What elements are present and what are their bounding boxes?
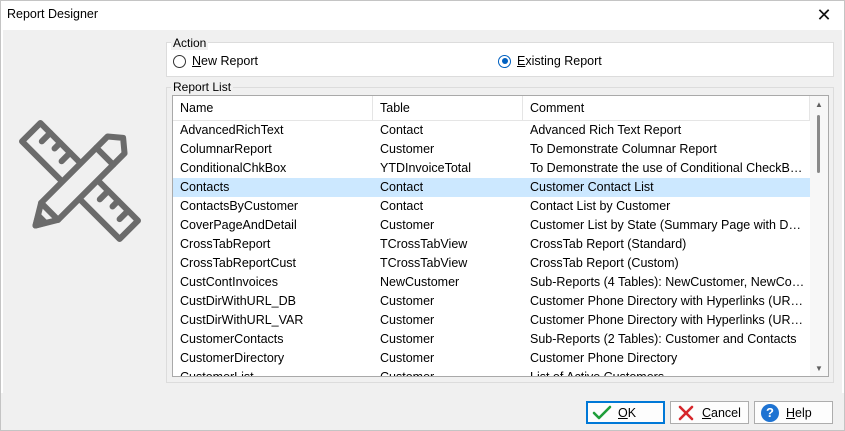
cell-table: Customer <box>380 294 435 308</box>
cell-table: TCrossTabView <box>380 237 468 251</box>
x-icon <box>676 404 696 422</box>
cell-name: CustomerList <box>180 370 254 377</box>
cell-name: CustomerContacts <box>180 332 284 346</box>
vertical-scrollbar[interactable]: ▲ ▼ <box>810 96 828 376</box>
cell-name: CustDirWithURL_DB <box>180 294 296 308</box>
table-row[interactable]: CustomerContacts Customer Sub-Reports (2 T… <box>173 330 810 349</box>
table-row[interactable]: CustContInvoices NewCustomer Sub-Reports (… <box>173 273 810 292</box>
column-header-name[interactable]: Name <box>173 96 373 121</box>
column-header-table[interactable]: Table <box>373 96 523 121</box>
close-button[interactable]: ✕ <box>804 1 844 29</box>
new-report-label: New Report <box>192 54 259 68</box>
cell-name: CustDirWithURL_VAR <box>180 313 304 327</box>
cell-table: Contact <box>380 180 424 194</box>
table-row[interactable]: ConditionalChkBox YTDInvoiceTotal To Demon… <box>173 159 810 178</box>
cell-comment: Customer List by State (Summary Page wit… <box>530 218 806 232</box>
cell-comment: List of Active Customers <box>530 370 665 377</box>
cell-comment: Contact List by Customer <box>530 199 671 213</box>
cell-table: Contact <box>380 199 424 213</box>
cell-name: CustContInvoices <box>180 275 278 289</box>
cell-comment: Customer Phone Directory with Hyperlinks… <box>530 313 806 327</box>
new-report-radio-circle[interactable] <box>173 54 186 68</box>
cancel-button[interactable]: Cancel <box>670 401 749 424</box>
cell-table: Customer <box>380 351 435 365</box>
table-row[interactable]: CrossTabReportCust TCrossTabView CrossTab … <box>173 254 810 273</box>
table-row[interactable]: CustDirWithURL_VAR Customer Customer Phone… <box>173 311 810 330</box>
ok-button[interactable]: OK <box>586 401 665 424</box>
cell-comment: Advanced Rich Text Report <box>530 123 682 137</box>
cell-name: CustomerDirectory <box>180 351 285 365</box>
column-header-comment[interactable]: Comment <box>523 96 810 121</box>
title-bar: Report Designer ✕ <box>1 1 844 29</box>
help-label: Help <box>786 405 812 420</box>
cell-table: Contact <box>380 123 424 137</box>
table-row[interactable]: ContactsByCustomer Contact Contact List by… <box>173 197 810 216</box>
cell-table: Customer <box>380 313 435 327</box>
cell-name: ColumnarReport <box>180 142 272 156</box>
existing-report-radio[interactable]: Existing Report <box>498 54 602 68</box>
table-row[interactable]: Contacts Contact Customer Contact List <box>173 178 810 197</box>
existing-report-radio-circle[interactable] <box>498 54 511 68</box>
table-row[interactable]: CustomerDirectory Customer Customer Phone … <box>173 349 810 368</box>
cell-table: Customer <box>380 370 435 377</box>
report-list-rows: AdvancedRichText Contact Advanced Rich Tex… <box>173 121 810 377</box>
action-group-label: Action <box>171 36 209 50</box>
cell-name: CrossTabReport <box>180 237 271 251</box>
cell-table: Customer <box>380 332 435 346</box>
cell-name: AdvancedRichText <box>180 123 284 137</box>
report-list[interactable]: Name Table Comment AdvancedRichText Conta… <box>172 95 829 377</box>
table-row[interactable]: ColumnarReport Customer To Demonstrate Col… <box>173 140 810 159</box>
table-row[interactable]: AdvancedRichText Contact Advanced Rich Tex… <box>173 121 810 140</box>
dialog-footer: OK Cancel ? Help <box>1 393 844 430</box>
cell-comment: Customer Phone Directory <box>530 351 678 365</box>
cell-comment: Customer Contact List <box>530 180 654 194</box>
cell-table: TCrossTabView <box>380 256 468 270</box>
help-button[interactable]: ? Help <box>754 401 833 424</box>
help-glyph: ? <box>761 403 779 422</box>
ok-label: OK <box>618 405 637 420</box>
table-row[interactable]: CustDirWithURL_DB Customer Customer Phone … <box>173 292 810 311</box>
cell-comment: Sub-Reports (4 Tables): NewCustomer, New… <box>530 275 806 289</box>
scroll-thumb[interactable] <box>817 115 820 173</box>
cell-table: YTDInvoiceTotal <box>380 161 472 175</box>
cell-comment: To Demonstrate Columnar Report <box>530 142 717 156</box>
cell-name: ConditionalChkBox <box>180 161 287 175</box>
question-icon: ? <box>760 403 780 422</box>
table-row[interactable]: CoverPageAndDetail Customer Customer List … <box>173 216 810 235</box>
cell-name: ContactsByCustomer <box>180 199 299 213</box>
check-icon <box>592 404 612 422</box>
report-list-group-label: Report List <box>171 80 234 94</box>
window-title: Report Designer <box>7 7 99 21</box>
cancel-label: Cancel <box>702 405 741 420</box>
pencil-ruler-icon <box>19 120 141 242</box>
cell-table: NewCustomer <box>380 275 460 289</box>
cell-name: Contacts <box>180 180 230 194</box>
table-row[interactable]: CustomerList Customer List of Active Custo… <box>173 368 810 377</box>
scroll-down-icon[interactable]: ▼ <box>810 360 828 376</box>
report-designer-dialog: Report Designer ✕ Action New Report Exis… <box>0 0 845 431</box>
close-icon: ✕ <box>816 4 832 25</box>
existing-report-label: Existing Report <box>517 54 602 68</box>
new-report-radio[interactable]: New Report <box>173 54 258 68</box>
cell-comment: To Demonstrate the use of Conditional Ch… <box>530 161 806 175</box>
cell-table: Customer <box>380 218 435 232</box>
cell-table: Customer <box>380 142 435 156</box>
cell-comment: Customer Phone Directory with Hyperlinks… <box>530 294 806 308</box>
scroll-up-icon[interactable]: ▲ <box>810 96 828 112</box>
cell-comment: Sub-Reports (2 Tables): Customer and Con… <box>530 332 797 346</box>
cell-name: CoverPageAndDetail <box>180 218 297 232</box>
report-list-header: Name Table Comment <box>173 96 810 121</box>
table-row[interactable]: CrossTabReport TCrossTabView CrossTab Repo… <box>173 235 810 254</box>
cell-comment: CrossTab Report (Standard) <box>530 237 687 251</box>
cell-name: CrossTabReportCust <box>180 256 297 270</box>
cell-comment: CrossTab Report (Custom) <box>530 256 679 270</box>
